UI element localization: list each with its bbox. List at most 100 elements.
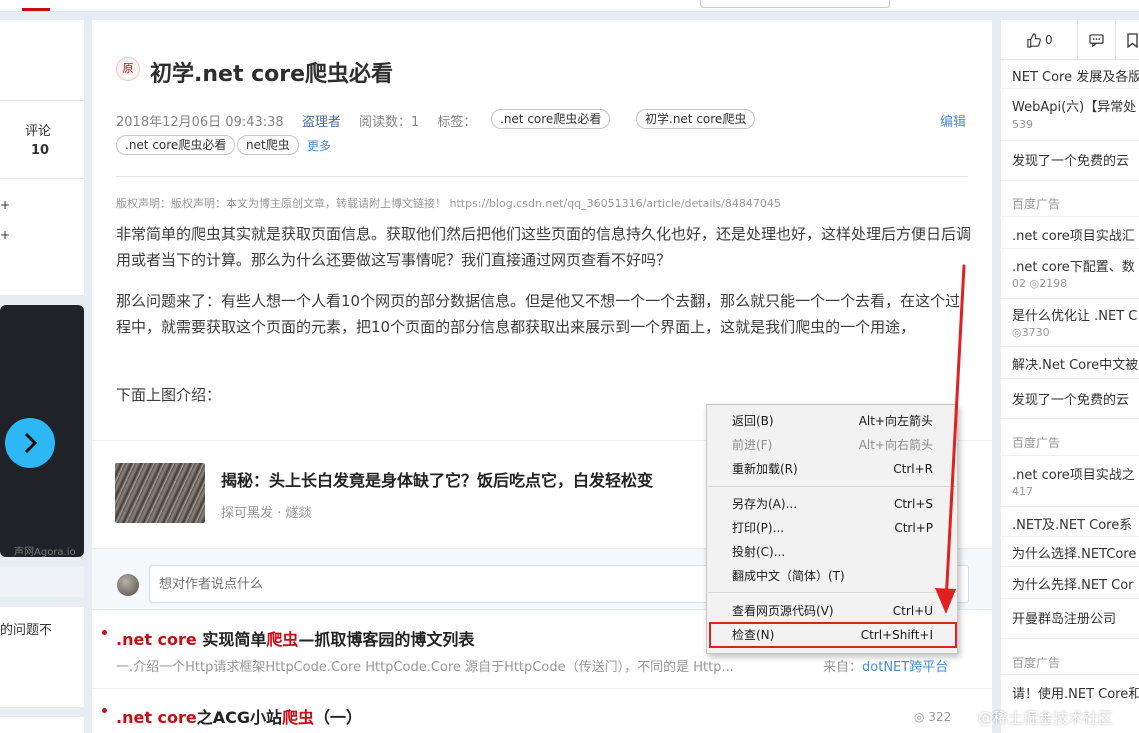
divider [1001, 298, 1139, 299]
view-count: ◎ 322 [914, 710, 952, 724]
next-slide-button[interactable] [5, 418, 55, 468]
related-link[interactable]: .net core下配置、数 [1012, 256, 1135, 275]
copyright-notice: 版权声明：版权声明：本文为博主原创文章，转载请附上博文链接！ https://b… [116, 197, 781, 210]
top-nav-bar [0, 0, 1139, 12]
divider [1001, 346, 1139, 347]
related-link[interactable]: 是什么优化让 .NET C [1012, 305, 1137, 324]
more-tags-link[interactable]: 更多 [307, 137, 331, 154]
menu-item-view-source[interactable]: 查看网页源代码(V) Ctrl+U [707, 599, 957, 623]
related-link[interactable]: 请！使用.NET Core和 [1012, 683, 1139, 702]
divider [0, 178, 84, 179]
tag-chip[interactable]: net爬虫 [237, 135, 299, 155]
ad-caption: 声网Agora.io [14, 547, 76, 557]
related-meta: 539 [1012, 118, 1033, 131]
sidebar-card: 的问题不 [0, 607, 84, 707]
plus-mark: + [0, 198, 11, 212]
related-link[interactable]: NET Core 发展及各版 [1012, 66, 1139, 85]
divider [1001, 216, 1139, 217]
related-link[interactable]: 发现了一个免费的云 [1012, 389, 1129, 408]
related-link[interactable]: 为什么选择.NETCore [1012, 543, 1136, 562]
source-link[interactable]: dotNET跨平台 [862, 660, 948, 675]
watermark: @稀土掘金技术社区 [978, 709, 1114, 727]
recommend-desc: 一.介绍一个Http请求框架HttpCode.Core HttpCode.Cor… [116, 660, 734, 675]
publish-date: 2018年12月06日 09:43:38 [116, 115, 284, 130]
search-input[interactable] [700, 0, 890, 8]
ad-thumbnail[interactable] [115, 463, 205, 523]
menu-item-translate[interactable]: 翻成中文（简体）(T) [707, 564, 957, 588]
related-link[interactable]: .net core项目实战之 [1012, 464, 1135, 483]
menu-item-cast[interactable]: 投射(C)... [707, 540, 957, 564]
sidebar-card [0, 567, 84, 597]
like-button[interactable]: 0 [1001, 20, 1078, 60]
menu-item-forward[interactable]: 前进(F) Alt+向右箭头 [707, 433, 957, 457]
like-count: 0 [1045, 33, 1053, 47]
bookmark-button[interactable] [1116, 20, 1139, 60]
ad-label: 百度广告 [1012, 656, 1061, 670]
comment-button[interactable] [1078, 20, 1116, 60]
comment-stat-label: 评论 [25, 124, 52, 139]
related-meta: 02 ◎2198 [1012, 277, 1068, 290]
annotation-arrow-icon [935, 264, 966, 614]
divider [116, 176, 968, 177]
related-link[interactable]: WebApi(六)【异常处 [1012, 96, 1136, 115]
recommend-source: 来自：dotNET跨平台 [823, 660, 949, 675]
recommend-title[interactable]: .net core之ACG小站爬虫（一） [116, 704, 362, 728]
author-link[interactable]: 盗理者 [302, 115, 341, 130]
divider [1001, 88, 1139, 89]
divider [1001, 180, 1139, 181]
plus-mark: + [0, 228, 11, 242]
sidebar-card [0, 717, 84, 733]
article-meta: 2018年12月06日 09:43:38 盗理者 阅读数：1 标签： [116, 111, 490, 130]
edit-link[interactable]: 编辑 [940, 111, 966, 130]
related-link[interactable]: 解决.Net Core中文被 [1012, 354, 1138, 373]
article-paragraph: 那么问题来了：有些人想一个人看10个网页的部分数据信息。但是他又不想一个一个去翻… [116, 292, 961, 336]
tag-chip[interactable]: .net core爬虫必看 [116, 135, 236, 155]
related-link[interactable]: .NET及.NET Core系 [1012, 514, 1132, 533]
right-sidebar: 0 NET Core 发展及各版 WebApi(六)【异常处 539 发现了一个… [1001, 20, 1139, 733]
thumbs-up-icon [1027, 33, 1041, 48]
related-link[interactable]: 为什么先择.NET Cor [1012, 574, 1134, 593]
active-nav-indicator [22, 8, 50, 11]
related-link[interactable]: 发现了一个免费的云 [1012, 150, 1129, 169]
divider [1001, 566, 1139, 567]
divider [1001, 536, 1139, 537]
chevron-right-icon [24, 432, 38, 454]
ad-title[interactable]: 揭秘：头上长白发竟是身体缺了它？饭后吃点它，白发轻松变 [221, 467, 653, 491]
context-menu: 返回(B) Alt+向左箭头 前进(F) Alt+向右箭头 重新加载(R) Ctrl+… [706, 404, 958, 654]
related-meta: ◎3730 [1012, 326, 1050, 339]
tag-chip[interactable]: 初学.net core爬虫 [636, 109, 756, 129]
article-toolbar: 0 [1001, 20, 1139, 60]
comment-stat-value[interactable]: 10 [31, 143, 49, 158]
divider [1001, 598, 1139, 599]
article-title: 初学.net core爬虫必看 [150, 62, 394, 87]
juejin-logo-icon [962, 710, 976, 724]
menu-item-save-as[interactable]: 另存为(A)... Ctrl+S [707, 492, 957, 516]
bullet-icon [102, 708, 107, 713]
annotation-highlight-box [709, 622, 957, 648]
related-link[interactable]: 开曼群岛注册公司 [1012, 608, 1116, 627]
ad-source: 探可黑发 · 燧燚 [221, 506, 312, 521]
related-meta: 417 [1012, 485, 1033, 498]
divider [1001, 638, 1139, 639]
divider [1001, 506, 1139, 507]
divider [1001, 674, 1139, 675]
read-count: 阅读数：1 [358, 115, 420, 130]
divider [1001, 378, 1139, 379]
menu-item-back[interactable]: 返回(B) Alt+向左箭头 [707, 409, 957, 433]
tag-chip[interactable]: .net core爬虫必看 [491, 109, 611, 129]
comment-icon [1089, 34, 1104, 47]
divider [92, 688, 992, 689]
menu-separator [708, 592, 956, 593]
bullet-icon [102, 630, 107, 635]
sidebar-ad[interactable]: 声网Agora.io [0, 305, 84, 557]
tags-label: 标签： [437, 115, 477, 130]
recommend-title[interactable]: .net core 实现简单爬虫—抓取博客园的博文列表 [116, 626, 474, 650]
menu-item-reload[interactable]: 重新加载(R) Ctrl+R [707, 457, 957, 481]
author-stats-card: 评论 10 + + [0, 20, 84, 295]
related-link[interactable]: .net core项目实战汇 [1012, 225, 1135, 244]
divider [1001, 140, 1139, 141]
divider [1001, 455, 1139, 456]
sidebar-snippet[interactable]: 的问题不 [0, 619, 52, 638]
menu-item-print[interactable]: 打印(P)... Ctrl+P [707, 516, 957, 540]
ad-label: 百度广告 [1012, 436, 1061, 450]
